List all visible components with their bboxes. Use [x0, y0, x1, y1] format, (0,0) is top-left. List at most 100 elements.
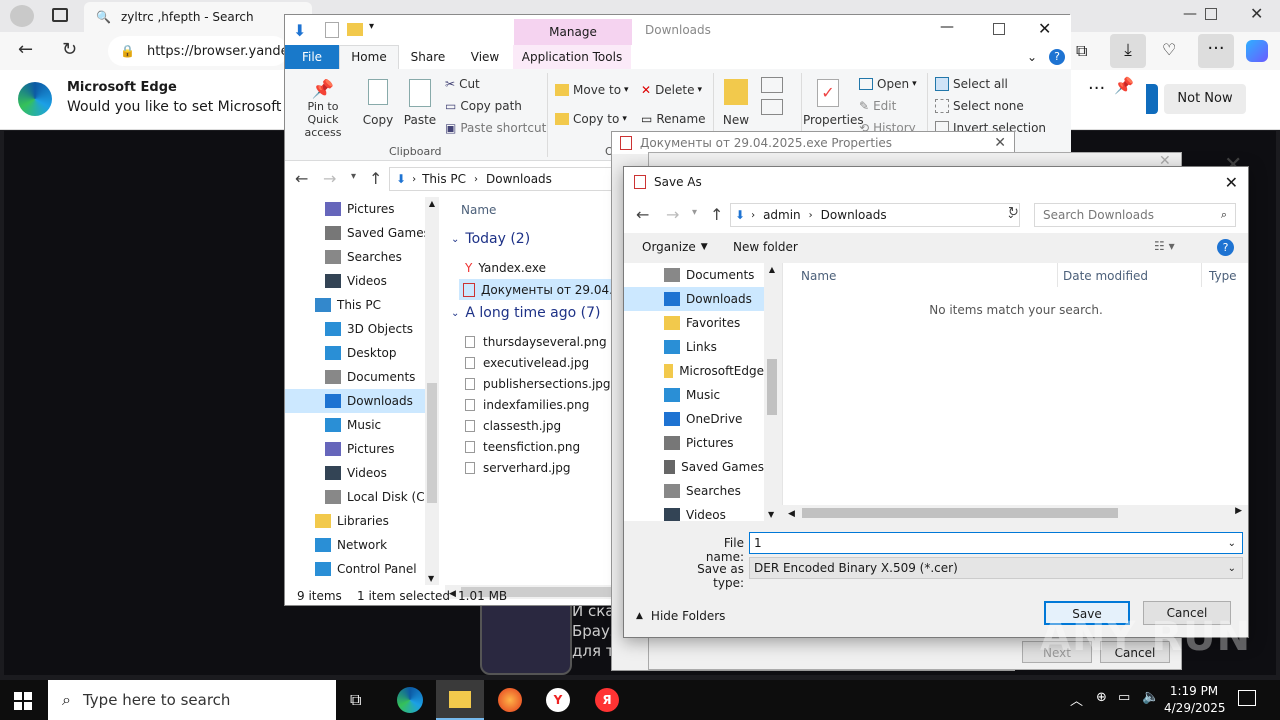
yandex-icon[interactable]: Я — [595, 688, 619, 712]
properties-quick-icon[interactable] — [325, 22, 339, 38]
open-button[interactable]: Open ▾ — [859, 77, 917, 91]
dropdown-icon[interactable]: ▾ — [369, 21, 374, 32]
tree-item[interactable]: Pictures — [624, 431, 764, 455]
column-header-name[interactable]: Name — [461, 203, 496, 217]
search-input[interactable]: Search Downloads ⌕ — [1034, 203, 1236, 227]
copy-to-button[interactable]: Copy to ▾ — [555, 112, 627, 126]
taskbar-search[interactable]: ⌕ Type here to search — [48, 680, 336, 720]
save-type-select[interactable]: DER Encoded Binary X.509 (*.cer) ⌄ — [749, 557, 1243, 579]
tab-share[interactable]: Share — [399, 50, 457, 64]
hide-folders-toggle[interactable]: ▲ Hide Folders — [636, 609, 725, 623]
down-arrow-icon[interactable]: ⬇ — [293, 21, 306, 40]
new-item-icon[interactable] — [761, 77, 783, 93]
pin-icon[interactable]: 📌 — [1114, 76, 1134, 95]
recent-dropdown-icon[interactable]: ▾ — [692, 207, 697, 218]
nav-item[interactable]: Downloads — [285, 389, 439, 413]
nav-item[interactable]: Saved Games — [285, 221, 439, 245]
tree-item[interactable]: Searches — [624, 479, 764, 503]
forward-icon[interactable]: → — [323, 169, 336, 188]
maximize-icon[interactable] — [993, 23, 1005, 35]
recent-dropdown-icon[interactable]: ▾ — [351, 171, 356, 182]
close-icon[interactable]: ✕ — [994, 135, 1006, 151]
forward-icon[interactable]: → — [666, 205, 679, 224]
file-hscrollbar[interactable]: ◀ ▶ — [782, 505, 1248, 521]
view-options-icon[interactable]: ☷ ▾ — [1154, 239, 1175, 253]
volume-icon[interactable]: 🔈 — [1142, 689, 1159, 705]
address-bar[interactable]: 🔒 https://browser.yandex — [108, 36, 296, 66]
more-menu-icon[interactable]: ··· — [1198, 34, 1234, 68]
tab-file[interactable]: File — [285, 45, 339, 69]
save-as-breadcrumb[interactable]: ⬇ › admin › Downloads ⌄ — [730, 203, 1020, 227]
nav-item[interactable]: Local Disk (C:) — [285, 485, 439, 509]
nav-item[interactable]: Searches — [285, 245, 439, 269]
breadcrumb-item[interactable]: admin — [763, 208, 801, 222]
minimize-icon[interactable]: — — [1183, 6, 1197, 22]
tree-item[interactable]: Videos — [624, 503, 764, 521]
edit-button[interactable]: ✎ Edit — [859, 99, 896, 113]
group-header-today[interactable]: ⌄ Today (2) — [451, 231, 530, 247]
refresh-icon[interactable]: ↻ — [62, 39, 77, 60]
nav-item[interactable]: Videos — [285, 269, 439, 293]
firefox-icon[interactable] — [498, 688, 522, 712]
tab-view[interactable]: View — [457, 50, 513, 64]
restore-icon[interactable] — [1205, 8, 1217, 20]
tree-item[interactable]: Downloads — [624, 287, 764, 311]
chevron-down-icon[interactable]: ⌄ — [1228, 538, 1236, 549]
performance-icon[interactable]: ♡ — [1162, 40, 1176, 59]
pin-quick-access-button[interactable]: 📌 Pin to Quick access — [291, 79, 355, 139]
up-icon[interactable]: ↑ — [369, 169, 382, 188]
breadcrumb-item[interactable]: Downloads — [821, 208, 887, 222]
manage-tab-header[interactable]: Manage — [514, 19, 632, 45]
start-icon[interactable] — [14, 692, 32, 710]
breadcrumb-item[interactable]: Downloads — [486, 172, 552, 186]
tree-item[interactable]: Favorites — [624, 311, 764, 335]
minimize-icon[interactable]: — — [940, 19, 954, 35]
clock[interactable]: 1:19 PM 4/29/2025 — [1164, 683, 1226, 717]
nav-item[interactable]: Libraries — [285, 509, 439, 533]
column-header-type[interactable]: Type — [1209, 269, 1237, 283]
chevron-up-icon[interactable]: ︿ — [1070, 690, 1083, 709]
explorer-taskbar-button[interactable] — [436, 680, 484, 720]
move-to-button[interactable]: Move to ▾ — [555, 83, 629, 97]
organize-button[interactable]: Organize ▼ — [642, 240, 708, 254]
nav-item[interactable]: Documents — [285, 365, 439, 389]
back-icon[interactable]: ← — [636, 205, 649, 224]
select-all-button[interactable]: Select all — [935, 77, 1008, 91]
not-now-button[interactable]: Not Now — [1164, 84, 1246, 114]
column-header-date[interactable]: Date modified — [1063, 269, 1148, 283]
tree-item[interactable]: Saved Games — [624, 455, 764, 479]
collections-icon[interactable]: ⧉ — [1076, 41, 1087, 61]
nav-item[interactable]: Videos — [285, 461, 439, 485]
paste-shortcut-button[interactable]: ▣ Paste shortcut — [445, 121, 546, 135]
copy-path-button[interactable]: ▭ Copy path — [445, 99, 522, 113]
close-icon[interactable]: ✕ — [1225, 173, 1238, 192]
new-folder-button[interactable]: New folder — [733, 240, 798, 254]
close-icon[interactable]: ✕ — [1038, 19, 1051, 38]
folder-quick-icon[interactable] — [347, 23, 363, 36]
close-icon[interactable]: ✕ — [1250, 4, 1263, 23]
help-icon[interactable]: ? — [1217, 239, 1234, 256]
set-default-button[interactable] — [1146, 84, 1158, 114]
nav-item[interactable]: Music — [285, 413, 439, 437]
nav-item[interactable]: 3D Objects — [285, 317, 439, 341]
file-name-input[interactable]: 1 ⌄ — [749, 532, 1243, 554]
rename-button[interactable]: ▭ Rename — [641, 112, 706, 126]
tree-item[interactable]: MicrosoftEdge — [624, 359, 764, 383]
tree-item[interactable]: Music — [624, 383, 764, 407]
new-folder-button[interactable]: New — [721, 79, 751, 127]
tab-application-tools[interactable]: Application Tools — [513, 45, 631, 69]
properties-button[interactable]: ✓ Properties — [803, 79, 864, 127]
profile-avatar[interactable] — [10, 5, 34, 27]
tab-home[interactable]: Home — [339, 45, 399, 69]
easy-access-icon[interactable] — [761, 99, 783, 115]
paste-button[interactable]: Paste — [403, 79, 437, 127]
task-view-icon[interactable]: ⧉ — [350, 690, 361, 710]
tab-search[interactable]: 🔍 zyltrc ,hfepth - Search — [84, 2, 312, 32]
tab-actions-icon[interactable] — [52, 8, 68, 22]
nav-item[interactable]: Desktop — [285, 341, 439, 365]
copilot-icon[interactable] — [1246, 40, 1268, 62]
tree-item[interactable]: Documents — [624, 263, 764, 287]
edge-taskbar-icon[interactable] — [397, 687, 423, 713]
nav-item[interactable]: Network — [285, 533, 439, 557]
copy-button[interactable]: Copy — [361, 79, 395, 127]
